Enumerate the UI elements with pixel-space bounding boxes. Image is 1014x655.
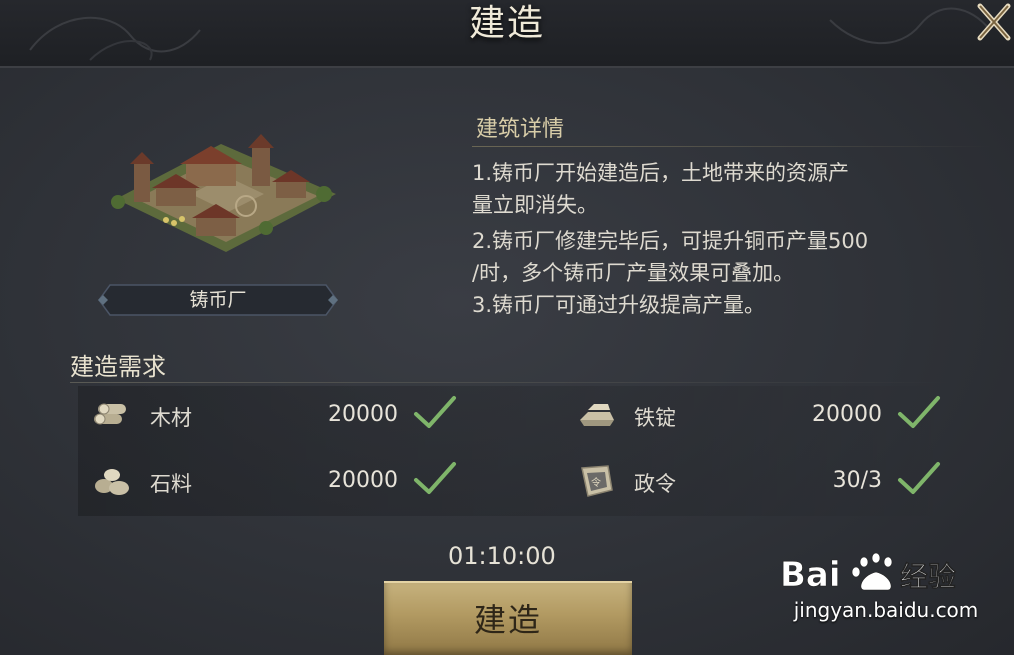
page-title: 建造 bbox=[468, 3, 545, 44]
decree-icon: 令 bbox=[581, 465, 613, 497]
requirement-wood: 木材 20000 bbox=[92, 396, 472, 436]
requirements-divider bbox=[70, 382, 950, 383]
details-line-5: 3.铸币厂可通过升级提高产量。 bbox=[472, 293, 766, 317]
stone-icon bbox=[95, 469, 129, 495]
requirement-name: 政令 bbox=[634, 472, 676, 496]
build-button[interactable]: 建造 bbox=[384, 581, 632, 655]
building-name-plate: 铸币厂 bbox=[98, 284, 338, 316]
requirement-stone: 石料 20000 bbox=[92, 462, 472, 502]
svg-text:经验: 经验 bbox=[900, 560, 956, 593]
requirements-title: 建造需求 bbox=[70, 353, 166, 381]
requirement-amount: 30/3 bbox=[832, 468, 882, 493]
requirement-name: 木材 bbox=[150, 406, 192, 430]
mint-building-image bbox=[111, 134, 336, 252]
wood-icon bbox=[94, 403, 126, 425]
requirement-name: 铁锭 bbox=[634, 406, 676, 430]
header-bar: 建造 bbox=[0, 0, 1014, 68]
details-line-1: 1.铸币厂开始建造后，土地带来的资源产 bbox=[472, 161, 850, 185]
check-icon bbox=[898, 396, 940, 428]
iron-ingot-icon bbox=[580, 404, 614, 426]
check-icon bbox=[414, 462, 456, 494]
close-button[interactable] bbox=[972, 0, 1014, 44]
build-button-label: 建造 bbox=[473, 601, 542, 639]
details-line-4: /时，多个铸币厂产量效果可叠加。 bbox=[472, 261, 795, 285]
baidu-logo: Bai 经验 bbox=[780, 552, 956, 595]
requirement-iron: 铁锭 20000 bbox=[576, 396, 956, 436]
check-icon bbox=[898, 462, 940, 494]
building-name: 铸币厂 bbox=[189, 289, 247, 311]
requirement-name: 石料 bbox=[150, 472, 192, 496]
requirement-amount: 20000 bbox=[328, 468, 398, 493]
details-divider bbox=[472, 146, 992, 147]
build-timer: 01:10:00 bbox=[448, 542, 556, 570]
requirement-amount: 20000 bbox=[328, 402, 398, 427]
details-line-3: 2.铸币厂修建完毕后，可提升铜币产量500 bbox=[472, 229, 869, 253]
requirement-decree: 令 政令 30/3 bbox=[576, 462, 956, 502]
requirement-amount: 20000 bbox=[812, 402, 882, 427]
svg-text:令: 令 bbox=[591, 476, 601, 489]
details-line-2: 量立即消失。 bbox=[472, 193, 598, 217]
close-icon bbox=[977, 3, 1011, 41]
svg-text:Bai: Bai bbox=[780, 555, 841, 595]
check-icon bbox=[414, 396, 456, 428]
watermark-url: jingyan.baidu.com bbox=[793, 598, 979, 622]
details-title: 建筑详情 bbox=[476, 117, 565, 142]
baidu-watermark: Bai 经验 jingyan.baidu.com bbox=[776, 546, 996, 646]
